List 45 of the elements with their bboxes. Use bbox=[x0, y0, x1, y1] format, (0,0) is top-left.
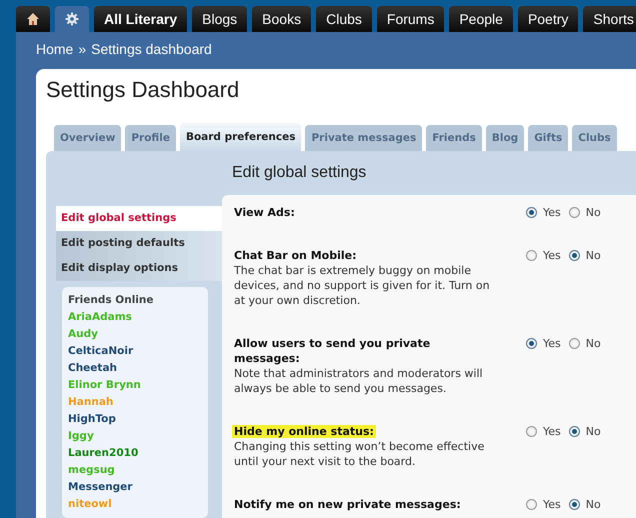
radio-option[interactable]: No bbox=[568, 498, 601, 510]
nav-tab[interactable]: People bbox=[449, 6, 513, 32]
radio-option[interactable]: No bbox=[568, 248, 601, 262]
radio-option[interactable]: Yes bbox=[526, 336, 561, 350]
nav-tab[interactable]: Poetry bbox=[518, 6, 578, 32]
friends-title: Friends Online bbox=[68, 292, 154, 308]
settings-icon bbox=[65, 12, 79, 26]
radio-option[interactable]: Yes bbox=[526, 424, 561, 438]
nav-tab[interactable]: Books bbox=[252, 6, 312, 32]
breadcrumb-separator: » bbox=[78, 41, 86, 57]
nav-tab[interactable]: All Literary bbox=[94, 6, 188, 32]
friend-link[interactable]: HighTop bbox=[68, 410, 202, 428]
setting-label: View Ads: bbox=[234, 206, 295, 218]
setting-label: Allow users to send you private messages: bbox=[234, 336, 430, 364]
radio-option[interactable]: No bbox=[568, 336, 601, 350]
page-title: Settings Dashboard bbox=[46, 77, 240, 104]
radio-option[interactable]: Yes bbox=[526, 206, 561, 218]
nav-tab[interactable]: Blogs bbox=[192, 6, 248, 32]
menu-item[interactable]: Edit display options bbox=[56, 256, 222, 280]
friend-link[interactable]: Lauren2010 bbox=[68, 444, 202, 462]
home-icon bbox=[26, 12, 40, 26]
nav-tab[interactable]: Clubs bbox=[316, 6, 372, 32]
nav-tab[interactable]: Forums bbox=[376, 6, 444, 32]
friend-link[interactable]: CelticaNoir bbox=[68, 342, 202, 360]
radio-option[interactable]: No bbox=[568, 206, 601, 218]
radio-option[interactable]: No bbox=[568, 424, 601, 438]
nav-tab[interactable]: Shorts bbox=[583, 6, 636, 32]
radio-option[interactable]: Yes bbox=[526, 498, 561, 510]
radio-option[interactable]: Yes bbox=[526, 248, 561, 262]
setting-label: Chat Bar on Mobile: bbox=[234, 248, 356, 262]
menu-item[interactable]: Edit posting defaults bbox=[56, 230, 222, 256]
friend-link[interactable]: Messenger bbox=[68, 478, 202, 496]
settings-tab[interactable] bbox=[55, 6, 89, 32]
section-title: Edit global settings bbox=[231, 163, 368, 183]
menu-item[interactable]: Edit global settings bbox=[56, 206, 222, 230]
breadcrumb-link[interactable]: Home bbox=[36, 41, 74, 57]
setting-description: Changing this setting won’t become effective until your next visit to the board. bbox=[234, 438, 486, 468]
breadcrumb-current: Settings dashboard bbox=[91, 41, 212, 57]
setting-description: The chat bar is extremely buggy on mobile devices, and no support is given for it. Turn on at your own discretion. bbox=[234, 262, 491, 308]
setting-label: Hide my online status: bbox=[234, 424, 376, 438]
setting-description: Note that administrators and moderators will always be able to send you messages. bbox=[234, 366, 484, 396]
settings-tab[interactable]: Board preferences bbox=[180, 123, 302, 151]
setting-label: Notify me on new private messages: bbox=[234, 498, 461, 510]
home-tab[interactable] bbox=[16, 6, 50, 32]
friend-link[interactable]: Cheetah bbox=[68, 360, 202, 376]
